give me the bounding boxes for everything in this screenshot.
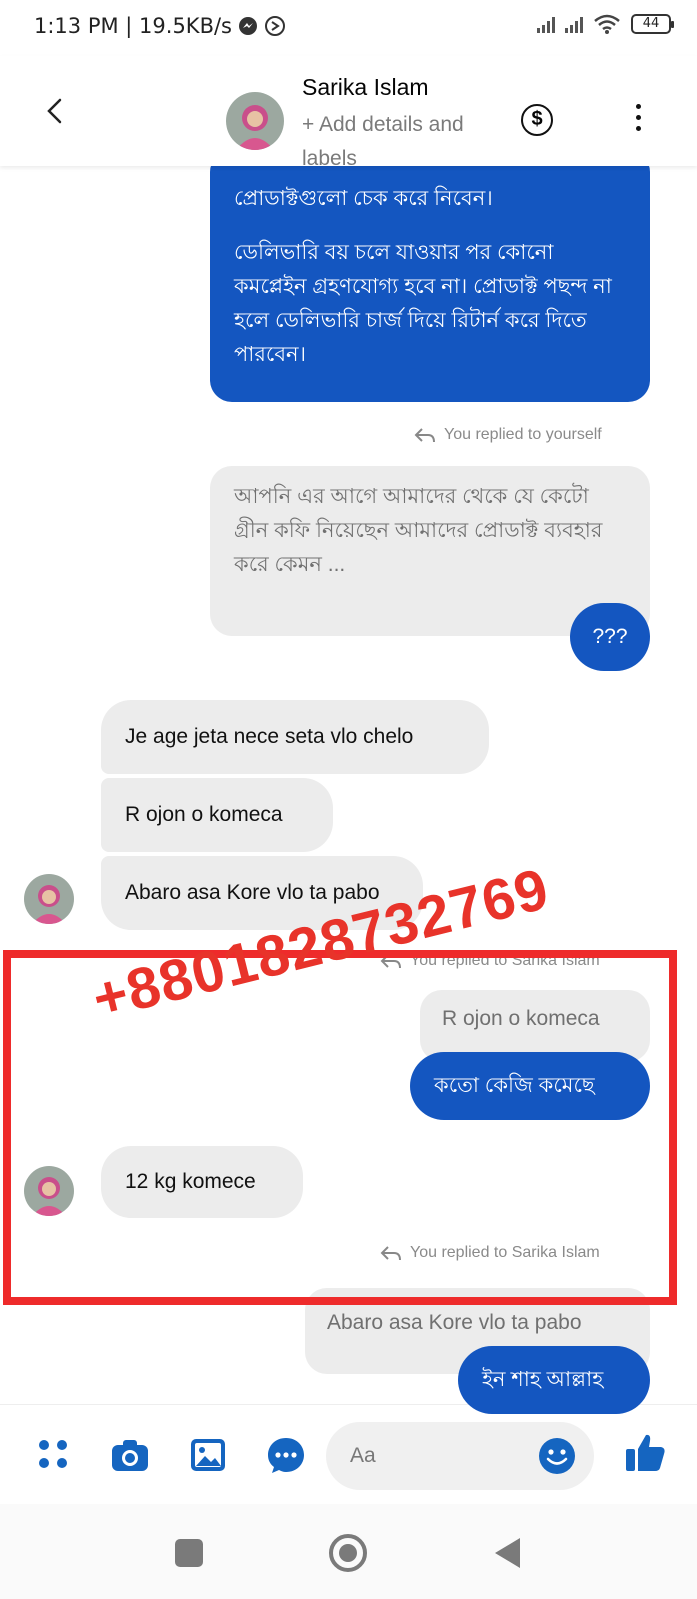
emoji-icon[interactable] xyxy=(538,1437,576,1475)
quoted-text: Abaro asa Kore vlo ta pabo xyxy=(327,1311,582,1334)
reply-note: You replied to yourself xyxy=(414,426,602,444)
chat-bubble-icon[interactable] xyxy=(266,1435,306,1475)
reply-arrow-icon xyxy=(380,1246,401,1261)
apps-grid-icon[interactable] xyxy=(34,1435,74,1475)
message-text: 12 kg komece xyxy=(125,1170,256,1193)
message-text: Je age jeta nece seta vlo chelo xyxy=(125,725,414,748)
battery-icon: 44 xyxy=(631,14,674,34)
contact-avatar-small[interactable] xyxy=(24,1166,74,1216)
home-circle-icon[interactable] xyxy=(328,1533,368,1573)
chat-header: Sarika Islam + Add details and labels $ xyxy=(0,56,697,170)
incoming-message[interactable]: 12 kg komece xyxy=(101,1146,303,1218)
back-arrow-icon[interactable] xyxy=(40,96,70,126)
gallery-image-icon[interactable] xyxy=(188,1435,228,1475)
message-line: প্রোডাক্টগুলো চেক করে নিবেন। xyxy=(234,187,493,210)
reply-note-text: You replied to yourself xyxy=(444,426,602,443)
status-time: 1:13 PM | 19.5KB/s xyxy=(34,14,232,38)
more-options-icon[interactable] xyxy=(628,104,648,134)
reply-note-text: You replied to Sarika Islam xyxy=(410,1244,600,1261)
outgoing-message[interactable]: ??? xyxy=(570,603,650,671)
camera-icon[interactable] xyxy=(110,1435,150,1475)
back-triangle-icon[interactable] xyxy=(492,1536,522,1570)
outgoing-message-long[interactable]: প্রোডাক্টগুলো চেক করে নিবেন। ডেলিভারি বয… xyxy=(210,150,650,402)
message-text: R ojon o komeca xyxy=(125,803,283,826)
outgoing-message[interactable]: ইন শাহ আল্লাহ xyxy=(458,1346,650,1414)
reply-arrow-icon xyxy=(414,428,435,443)
sync-notification-icon xyxy=(265,16,285,36)
system-nav-bar xyxy=(0,1504,697,1599)
message-text: ??? xyxy=(592,625,628,648)
payment-dollar-icon[interactable]: $ xyxy=(521,104,553,136)
outgoing-message[interactable]: কতো কেজি কমেছে xyxy=(410,1052,650,1120)
signal-icon-2 xyxy=(565,15,583,33)
message-text: কতো কেজি কমেছে xyxy=(434,1074,595,1097)
thumbs-up-like-icon[interactable] xyxy=(624,1431,668,1475)
add-details-link[interactable]: + Add details and labels xyxy=(302,108,472,176)
messenger-notification-icon xyxy=(239,17,257,35)
message-paragraph: ডেলিভারি বয় চলে যাওয়ার পর কোনো কমপ্লেই… xyxy=(234,241,612,366)
quoted-text: R ojon o komeca xyxy=(442,1007,600,1030)
status-bar: 1:13 PM | 19.5KB/s 44 xyxy=(0,0,697,56)
status-right: 44 xyxy=(537,14,674,34)
quoted-text: আপনি এর আগে আমাদের থেকে যে কেটো গ্রীন কফ… xyxy=(234,485,603,576)
composer-bar xyxy=(0,1404,697,1504)
wifi-icon xyxy=(594,14,620,34)
recent-apps-square-icon[interactable] xyxy=(174,1538,204,1568)
reply-note-text: You replied to Sarika Islam xyxy=(410,952,600,969)
reply-note: You replied to Sarika Islam xyxy=(380,1244,600,1262)
message-text: ইন শাহ আল্লাহ xyxy=(482,1368,604,1391)
incoming-message[interactable]: Je age jeta nece seta vlo chelo xyxy=(101,700,489,774)
signal-icon xyxy=(537,15,555,33)
message-text: Abaro asa Kore vlo ta pabo xyxy=(125,881,380,904)
incoming-message[interactable]: R ojon o komeca xyxy=(101,778,333,852)
contact-avatar[interactable] xyxy=(226,92,284,150)
contact-avatar-small[interactable] xyxy=(24,874,74,924)
contact-name[interactable]: Sarika Islam xyxy=(302,74,429,101)
status-left: 1:13 PM | 19.5KB/s xyxy=(34,14,286,38)
